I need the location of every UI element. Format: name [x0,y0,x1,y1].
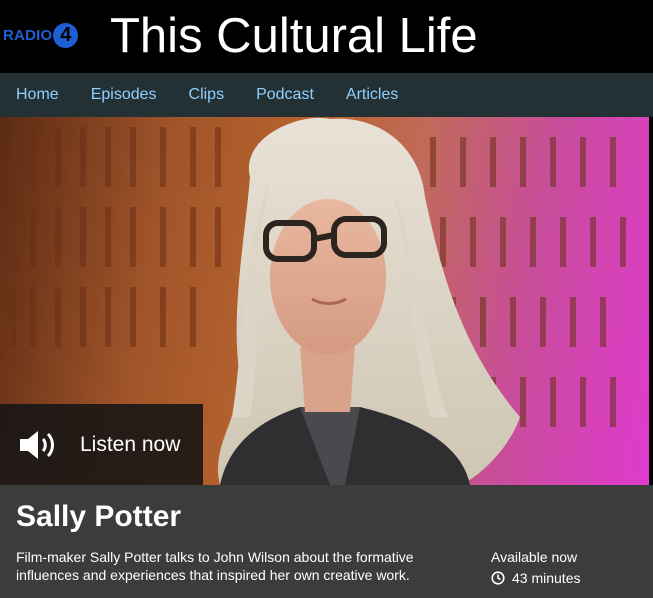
clock-icon [491,571,505,585]
nav-podcast[interactable]: Podcast [256,86,314,104]
episode-description: Film-maker Sally Potter talks to John Wi… [16,549,414,583]
page-title[interactable]: This Cultural Life [110,8,478,64]
episode-info: Sally Potter Film-maker Sally Potter tal… [0,485,653,598]
logo-text: RADIO [3,27,53,44]
episode-title[interactable]: Sally Potter [16,500,181,534]
listen-now-button[interactable]: Listen now [0,404,203,485]
duration-row: 43 minutes [491,570,580,586]
speaker-icon [20,430,54,459]
main-nav: Home Episodes Clips Podcast Articles [0,73,653,117]
nav-episodes[interactable]: Episodes [91,86,157,104]
site-header: RADIO 4 This Cultural Life [0,0,653,72]
listen-now-label: Listen now [80,432,181,456]
radio4-logo[interactable]: RADIO 4 [3,23,79,48]
nav-articles[interactable]: Articles [346,86,398,104]
availability-status: Available now [491,549,578,565]
hero-edge [649,117,653,485]
logo-number: 4 [53,23,79,48]
duration-label: 43 minutes [512,570,581,586]
nav-clips[interactable]: Clips [189,86,225,104]
nav-home[interactable]: Home [16,86,59,104]
